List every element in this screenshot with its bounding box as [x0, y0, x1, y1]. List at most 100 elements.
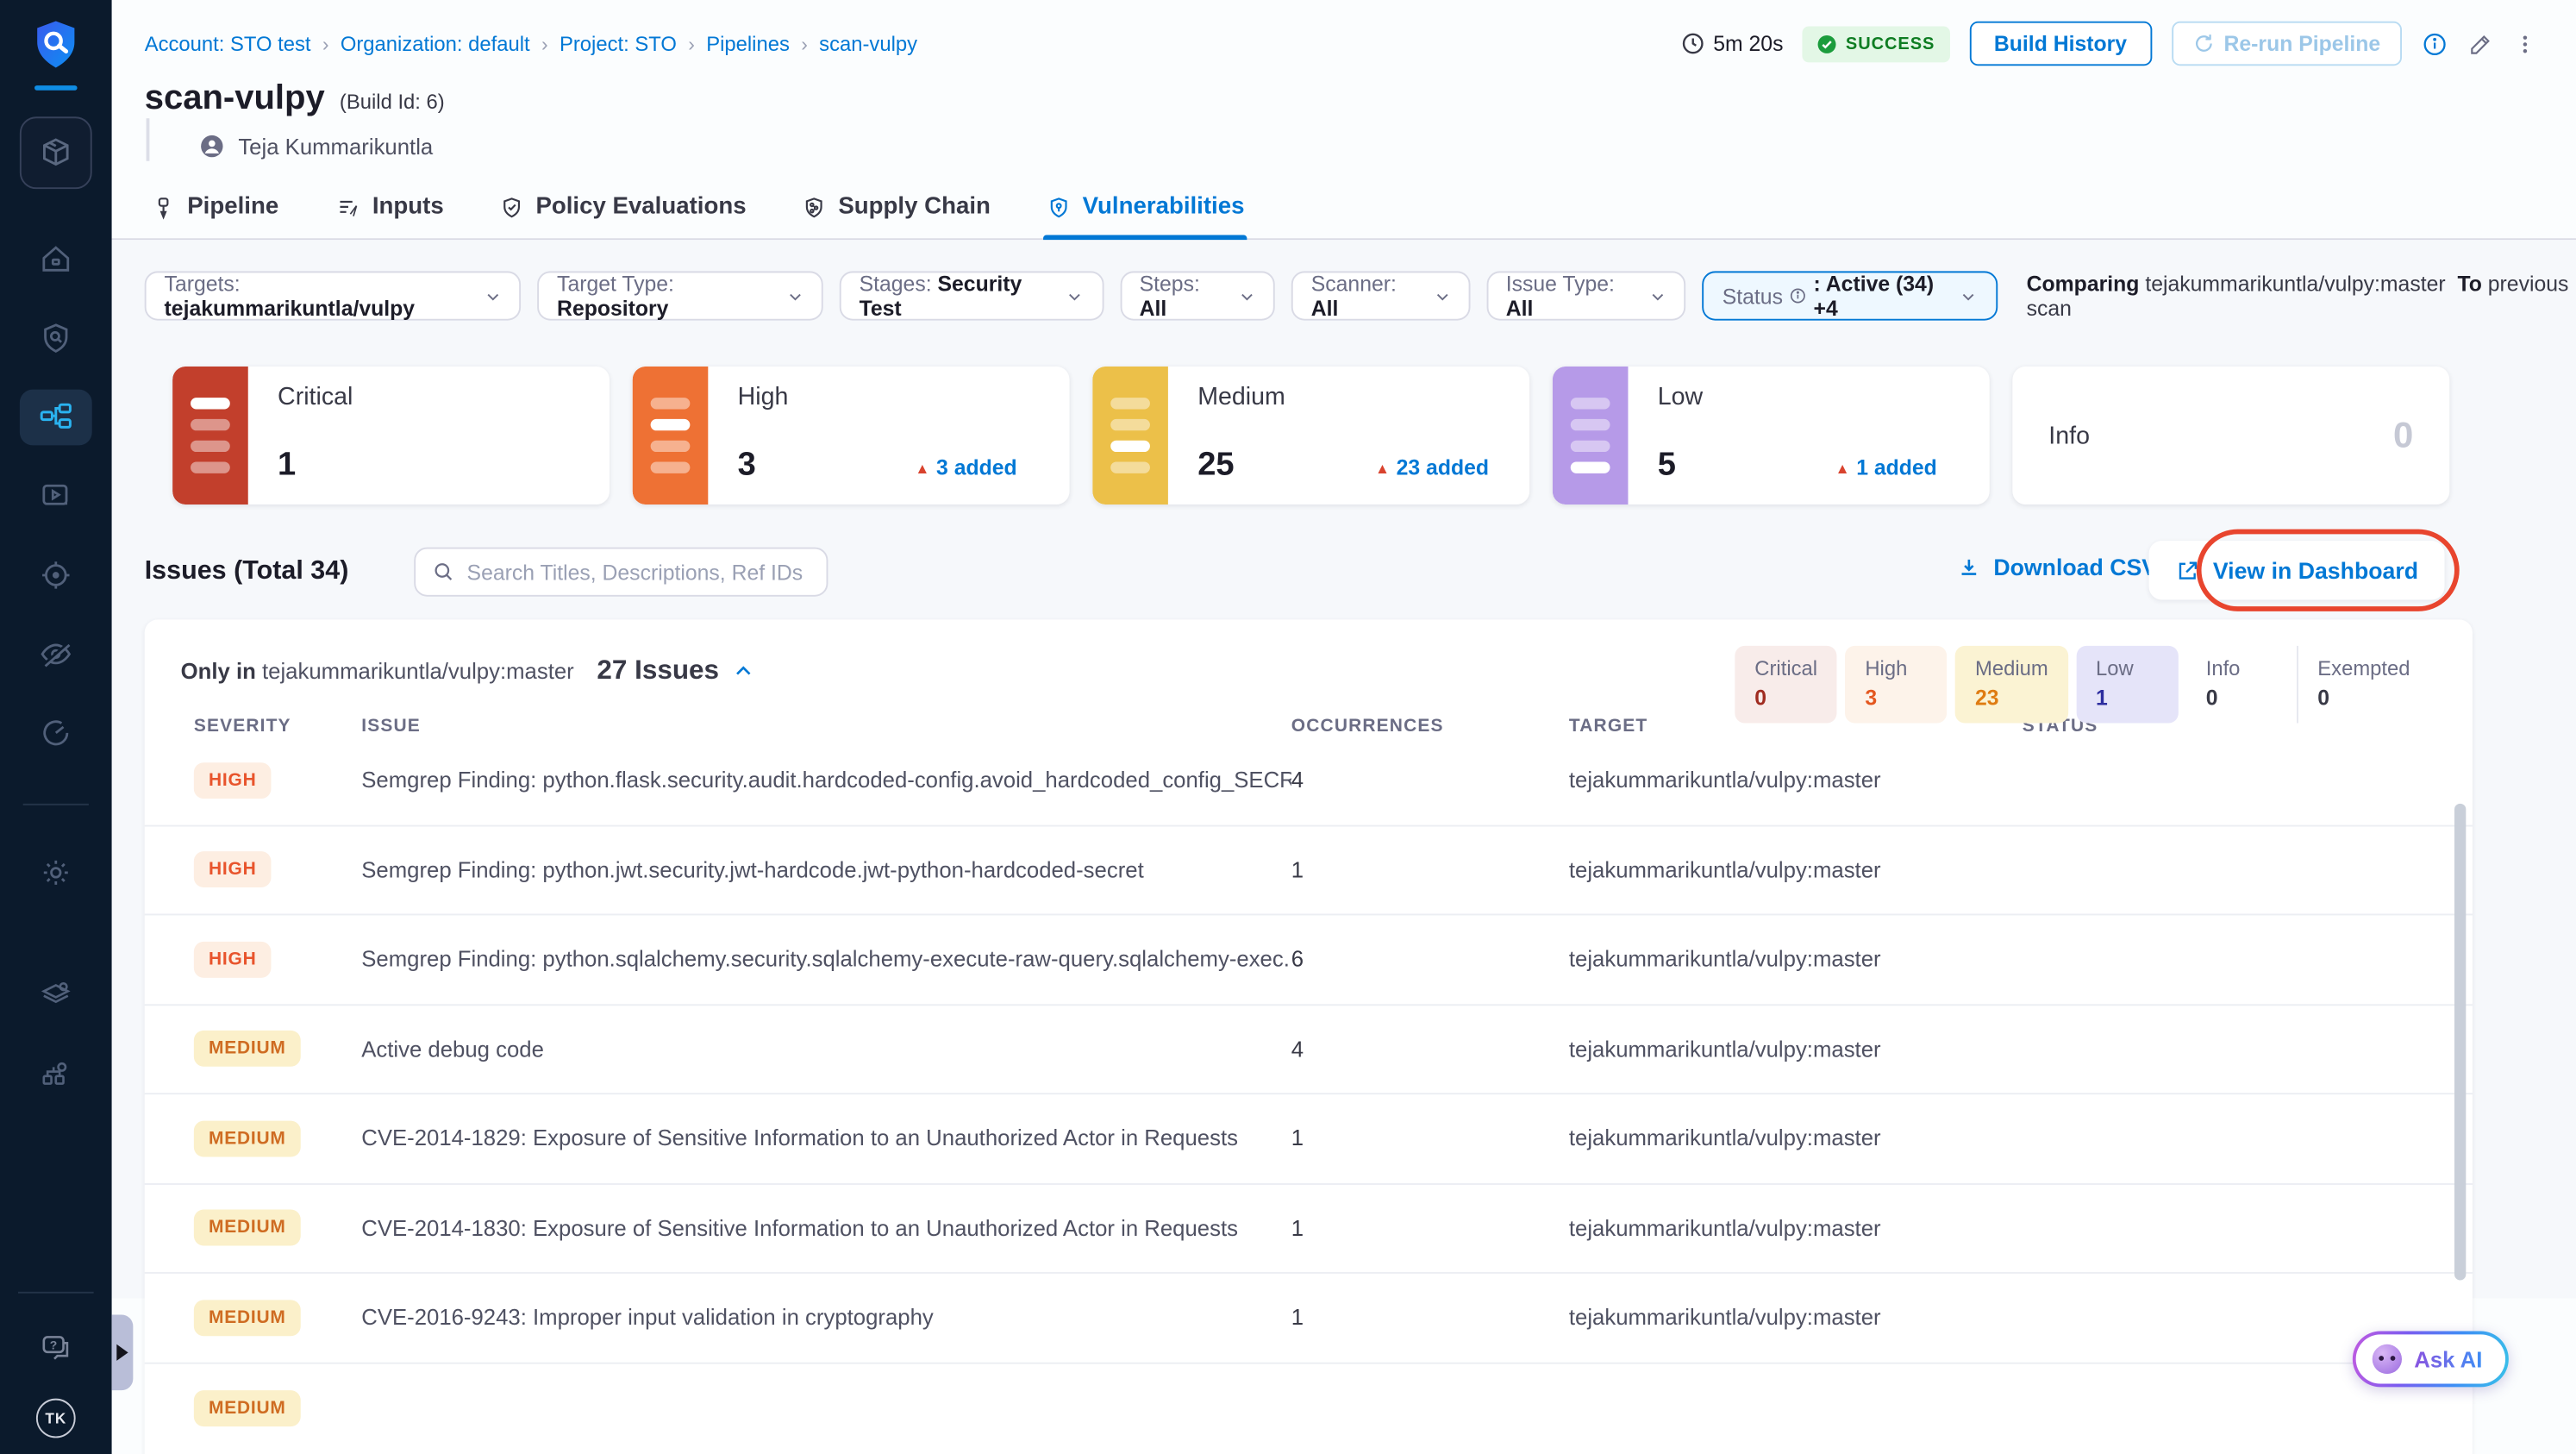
sidebar-item-test-targets[interactable]: [20, 310, 92, 367]
severity-badge: MEDIUM: [193, 1031, 301, 1068]
table-row[interactable]: HIGH Semgrep Finding: python.sqlalchemy.…: [144, 915, 2473, 1006]
severity-card-high[interactable]: High 3 ▲ 3 added: [632, 366, 1070, 505]
severity-badge: HIGH: [193, 761, 272, 799]
refresh-icon: [2195, 34, 2212, 52]
external-link-icon: [2179, 561, 2198, 579]
issues-total-title: Issues (Total 34): [144, 557, 349, 586]
sidebar-item-targets[interactable]: [20, 548, 92, 604]
chevron-up-icon[interactable]: [732, 661, 753, 682]
breadcrumb-project[interactable]: Project: STO: [560, 32, 677, 55]
filter-scanner[interactable]: Scanner: All: [1291, 271, 1470, 321]
sidebar-item-settings[interactable]: [20, 844, 92, 900]
chevron-down-icon: [789, 292, 801, 300]
sidebar-expand-handle[interactable]: [111, 1314, 134, 1391]
user-avatar[interactable]: TK: [35, 1398, 76, 1438]
occurrences-value: 4: [1291, 1036, 1304, 1062]
table-row[interactable]: HIGH Semgrep Finding: python.flask.secur…: [144, 736, 2473, 826]
issue-title[interactable]: Semgrep Finding: python.jwt.security.jwt…: [361, 857, 1291, 882]
sidebar-item-security-review[interactable]: [20, 626, 92, 682]
shield-logo-icon: [37, 21, 75, 68]
chip-critical: Critical 0: [1735, 645, 1837, 724]
sidebar-item-org-settings[interactable]: [20, 1045, 92, 1101]
rerun-pipeline-button[interactable]: Re-run Pipeline: [2171, 21, 2403, 66]
sidebar-item-home[interactable]: [20, 232, 92, 288]
issue-title[interactable]: Semgrep Finding: python.sqlalchemy.secur…: [361, 947, 1291, 972]
issue-title[interactable]: CVE-2016-9243: Improper input validation…: [361, 1306, 1291, 1331]
sidebar-item-default-settings[interactable]: [20, 966, 92, 1022]
table-row-partial[interactable]: MEDIUM: [145, 1363, 2473, 1453]
severity-card-info[interactable]: Info 0: [2012, 366, 2450, 505]
filter-target-type[interactable]: Target Type: Repository: [537, 271, 823, 321]
sto-logo[interactable]: [28, 16, 84, 91]
sidebar-item-getting-started[interactable]: [20, 705, 92, 761]
table-scrollbar-thumb[interactable]: [2454, 803, 2467, 1281]
issue-title[interactable]: Semgrep Finding: python.flask.security.a…: [361, 768, 1291, 793]
filter-steps[interactable]: Steps: All: [1119, 271, 1275, 321]
download-csv-button[interactable]: Download CSV: [1957, 554, 2157, 580]
filter-stages[interactable]: Stages: Security Test: [839, 271, 1104, 321]
breadcrumb-pipelines[interactable]: Pipelines: [706, 32, 790, 55]
breadcrumb-separator: ›: [541, 32, 548, 55]
sidebar-item-executions[interactable]: [20, 468, 92, 524]
table-row[interactable]: MEDIUM CVE-2014-1829: Exposure of Sensit…: [144, 1094, 2473, 1184]
title-row: scan-vulpy (Build Id: 6): [112, 66, 2576, 118]
sidebar-item-help-chat[interactable]: ?: [20, 1319, 92, 1376]
tab-pipeline[interactable]: Pipeline: [148, 181, 283, 239]
build-history-button[interactable]: Build History: [1969, 21, 2152, 66]
vulnerabilities-shield-icon: [1050, 197, 1067, 217]
more-options-icon[interactable]: [2514, 30, 2537, 56]
group-issue-count[interactable]: 27 Issues: [597, 655, 753, 686]
chip-medium: Medium 23: [1955, 645, 2068, 724]
issue-title[interactable]: Active debug code: [361, 1037, 1291, 1062]
nav-divider-bottom: [17, 1291, 94, 1294]
chevron-down-icon: [1069, 292, 1081, 300]
nav-divider: [22, 803, 89, 805]
issues-search[interactable]: [414, 547, 828, 597]
occurrences-value: 1: [1291, 1215, 1304, 1241]
severity-card-critical[interactable]: Critical 1: [172, 366, 610, 505]
edit-pencil-icon[interactable]: [2467, 30, 2493, 56]
ask-ai-button[interactable]: Ask AI: [2353, 1331, 2509, 1388]
target-value: tejakummarikuntla/vulpy:master: [1568, 1125, 1881, 1151]
target-value: tejakummarikuntla/vulpy:master: [1568, 1215, 1881, 1241]
table-row[interactable]: MEDIUM CVE-2016-9243: Improper input val…: [144, 1274, 2473, 1363]
chip-high: High 3: [1845, 645, 1948, 724]
severity-card-medium[interactable]: Medium 25 ▲ 23 added: [1092, 366, 1530, 505]
low-strip: [1552, 366, 1629, 505]
org-gear-icon: [42, 1062, 67, 1085]
filter-targets[interactable]: Targets: tejakummarikuntla/vulpy: [144, 271, 522, 321]
target-value: tejakummarikuntla/vulpy:master: [1568, 857, 1881, 882]
search-input[interactable]: [466, 559, 810, 585]
breadcrumb-account[interactable]: Account: STO test: [145, 32, 311, 55]
severity-badge: HIGH: [193, 851, 272, 888]
module-selector-button[interactable]: [19, 116, 92, 190]
tab-policy-evaluations[interactable]: Policy Evaluations: [497, 181, 750, 239]
breadcrumb-organization[interactable]: Organization: default: [341, 32, 530, 55]
tab-inputs[interactable]: Inputs: [331, 181, 447, 239]
severity-badge: MEDIUM: [193, 1389, 301, 1426]
home-icon: [42, 246, 70, 272]
low-added-label: ▲ 1 added: [1835, 454, 1937, 480]
table-row[interactable]: MEDIUM Active debug code 4 tejakummariku…: [144, 1005, 2473, 1095]
issue-title[interactable]: CVE-2014-1829: Exposure of Sensitive Inf…: [361, 1126, 1291, 1151]
severity-card-low[interactable]: Low 5 ▲ 1 added: [1552, 366, 1990, 505]
sidebar-item-pipelines[interactable]: [19, 389, 92, 446]
triangle-up-icon: ▲: [1374, 459, 1390, 476]
table-row[interactable]: MEDIUM CVE-2014-1830: Exposure of Sensit…: [144, 1184, 2473, 1274]
medium-strip: [1092, 366, 1168, 505]
expand-arrow-icon: [116, 1344, 128, 1361]
breadcrumb-current[interactable]: scan-vulpy: [819, 32, 917, 55]
severity-cards-row: Critical 1 High 3 ▲ 3 added Medium 25 ▲ …: [112, 321, 2576, 505]
issue-title[interactable]: CVE-2014-1830: Exposure of Sensitive Inf…: [361, 1216, 1291, 1241]
issues-table-card: Only in tejakummarikuntla/vulpy:master 2…: [144, 619, 2473, 1454]
chevron-down-icon: [1652, 292, 1664, 300]
tab-supply-chain[interactable]: Supply Chain: [799, 181, 994, 239]
filter-issue-type[interactable]: Issue Type: All: [1485, 271, 1686, 321]
info-icon[interactable]: [2422, 30, 2448, 56]
medium-added-label: ▲ 23 added: [1374, 454, 1490, 480]
filter-status[interactable]: Status : Active (34) +4: [1702, 271, 1998, 321]
tab-vulnerabilities[interactable]: Vulnerabilities: [1042, 181, 1247, 241]
view-in-dashboard-button[interactable]: View in Dashboard: [2148, 540, 2445, 600]
nav-icon-stack: [19, 232, 92, 1101]
table-row[interactable]: HIGH Semgrep Finding: python.jwt.securit…: [144, 826, 2473, 916]
